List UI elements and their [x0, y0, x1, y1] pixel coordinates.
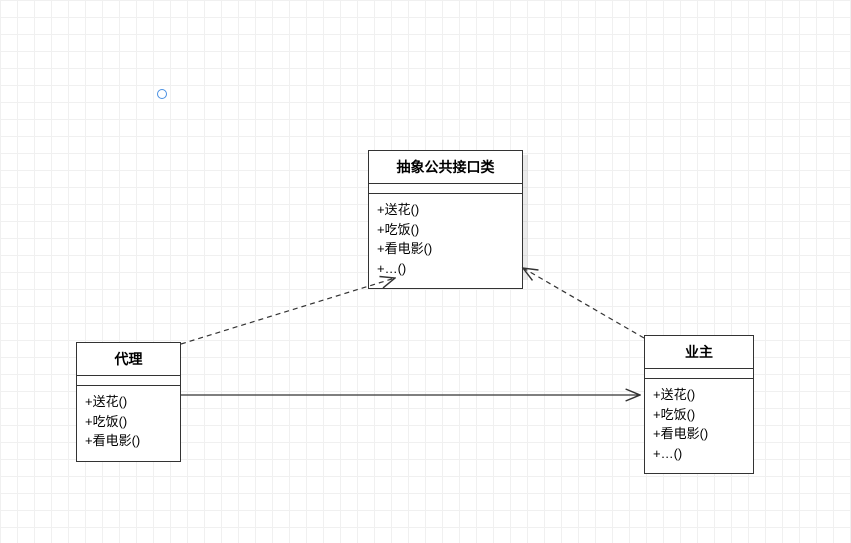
- uml-method: +送花(): [377, 200, 514, 220]
- uml-method: +看电影(): [653, 424, 745, 444]
- uml-methods: +送花() +吃饭() +看电影(): [77, 386, 180, 461]
- uml-class-owner[interactable]: 业主 +送花() +吃饭() +看电影() +…(): [644, 335, 754, 474]
- uml-attributes-empty: [369, 184, 522, 194]
- uml-method: +吃饭(): [377, 220, 514, 240]
- uml-title: 业主: [645, 336, 753, 369]
- uml-method: +吃饭(): [653, 405, 745, 425]
- uml-methods: +送花() +吃饭() +看电影() +…(): [645, 379, 753, 473]
- uml-methods: +送花() +吃饭() +看电影() +…(): [369, 194, 522, 288]
- uml-method: +看电影(): [85, 431, 172, 451]
- uml-method: +看电影(): [377, 239, 514, 259]
- uml-attributes-empty: [645, 369, 753, 379]
- uml-title: 代理: [77, 343, 180, 376]
- uml-method: +…(): [377, 259, 514, 279]
- selection-handle[interactable]: [157, 89, 167, 99]
- uml-class-proxy[interactable]: 代理 +送花() +吃饭() +看电影(): [76, 342, 181, 462]
- uml-method: +送花(): [85, 392, 172, 412]
- uml-method: +送花(): [653, 385, 745, 405]
- uml-method: +…(): [653, 444, 745, 464]
- uml-class-abstract[interactable]: 抽象公共接口类 +送花() +吃饭() +看电影() +…(): [368, 150, 523, 289]
- uml-title: 抽象公共接口类: [369, 151, 522, 184]
- uml-method: +吃饭(): [85, 412, 172, 432]
- uml-attributes-empty: [77, 376, 180, 386]
